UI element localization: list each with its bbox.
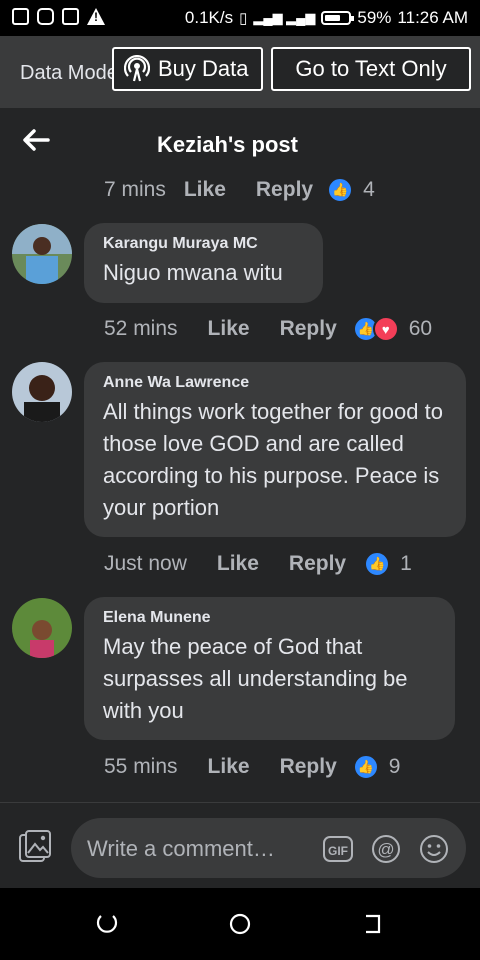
comment-placeholder: Write a comment… xyxy=(87,836,275,861)
comment-time: 55 mins xyxy=(104,755,178,778)
like-reaction-icon: 👍 xyxy=(364,551,391,577)
reply-button[interactable]: Reply xyxy=(280,317,337,341)
warning-icon xyxy=(87,8,105,25)
back-nav-icon[interactable] xyxy=(362,913,384,935)
buy-data-button[interactable]: Buy Data xyxy=(112,47,263,91)
commenter-name[interactable]: Karangu Muraya MC xyxy=(103,235,303,253)
reply-button[interactable]: Reply xyxy=(289,552,346,576)
battery-percent: 59% xyxy=(357,8,392,27)
avatar[interactable] xyxy=(12,362,72,422)
mention-icon[interactable]: @ xyxy=(371,834,401,864)
text-only-label: Go to Text Only xyxy=(295,56,447,81)
love-reaction-icon: ♥ xyxy=(372,316,399,342)
data-mode-banner: Data Mode Buy Data Go to Text Only xyxy=(0,36,480,108)
comment-text: Niguo mwana witu xyxy=(103,260,283,285)
page-title: Keziah's post xyxy=(157,132,298,157)
like-button[interactable]: Like xyxy=(217,552,259,576)
photo-icon[interactable] xyxy=(18,829,52,863)
comment-text: May the peace of God that surpasses all … xyxy=(103,634,408,723)
reaction-count[interactable]: 60 xyxy=(409,317,432,341)
comment-text: All things work together for good to tho… xyxy=(103,399,443,520)
comment-composer: Write a comment… GIF @ xyxy=(0,802,480,889)
instagram-icon xyxy=(37,8,54,25)
status-bar: 0.1K/s ▯ ▂▄▆ ▂▄▆ 59% 11:26 AM xyxy=(0,0,480,36)
comment-time: 52 mins xyxy=(104,317,178,340)
system-nav-bar xyxy=(0,888,480,960)
like-reaction-icon: 👍 xyxy=(327,177,354,203)
battery-icon xyxy=(321,11,355,25)
comment-input[interactable]: Write a comment… GIF @ xyxy=(71,818,466,878)
recents-icon[interactable] xyxy=(96,913,118,935)
network-speed: 0.1K/s xyxy=(184,8,234,27)
like-button[interactable]: Like xyxy=(208,755,250,779)
svg-text:GIF: GIF xyxy=(328,844,348,858)
comment-bubble: Elena Munene May the peace of God that s… xyxy=(84,597,455,740)
commenter-name[interactable]: Elena Munene xyxy=(103,609,435,627)
reaction-count[interactable]: 1 xyxy=(400,552,412,576)
comment-time: Just now xyxy=(104,552,187,575)
home-icon[interactable] xyxy=(229,913,251,935)
reaction-count[interactable]: 9 xyxy=(389,755,401,779)
post-header: Keziah's post xyxy=(0,108,480,174)
buy-data-label: Buy Data xyxy=(158,56,249,81)
like-button[interactable]: Like xyxy=(208,317,250,341)
avatar[interactable] xyxy=(12,598,72,658)
like-reaction-icon: 👍 xyxy=(352,754,379,780)
reply-button[interactable]: Reply xyxy=(280,755,337,779)
gallery-icon xyxy=(62,8,79,25)
comment-meta-row: 7 mins Like Reply 👍 4 xyxy=(104,177,375,203)
avatar[interactable] xyxy=(12,224,72,284)
broadcast-icon xyxy=(124,55,150,82)
vibrate-icon: ▯ xyxy=(239,10,248,27)
comment-meta-row: 55 mins Like Reply 👍 9 xyxy=(104,754,400,780)
svg-text:@: @ xyxy=(377,840,394,859)
gif-icon[interactable]: GIF xyxy=(323,834,353,864)
emoji-icon[interactable] xyxy=(419,834,449,864)
clock: 11:26 AM xyxy=(397,8,468,27)
comment-meta-row: Just now Like Reply 👍 1 xyxy=(104,551,412,577)
commenter-name[interactable]: Anne Wa Lawrence xyxy=(103,374,446,392)
reply-button[interactable]: Reply xyxy=(256,178,313,202)
text-only-button[interactable]: Go to Text Only xyxy=(271,47,471,91)
comment-time: 7 mins xyxy=(104,178,166,201)
signal-icon: ▂▄▆ ▂▄▆ xyxy=(253,10,316,25)
comment-bubble: Karangu Muraya MC Niguo mwana witu xyxy=(84,223,323,303)
news-icon xyxy=(12,8,29,25)
comment-bubble: Anne Wa Lawrence All things work togethe… xyxy=(84,362,466,537)
comment-meta-row: 52 mins Like Reply 👍 ♥ 60 xyxy=(104,316,432,342)
reaction-count[interactable]: 4 xyxy=(363,178,375,202)
like-button[interactable]: Like xyxy=(184,178,226,202)
data-mode-label: Data Mode xyxy=(20,62,112,84)
